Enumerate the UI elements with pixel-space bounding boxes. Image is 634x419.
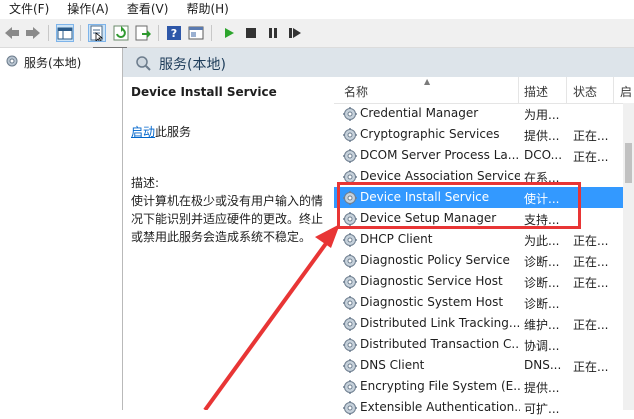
service-description: 可扩... [524,402,560,416]
refresh-icon[interactable] [112,24,130,42]
table-row[interactable]: Distributed Link Tracking... 维护... 正在... [334,313,634,334]
sort-arrow-icon: ▲ [424,77,431,86]
tree-item-label: 服务(本地) [24,56,82,70]
table-row[interactable]: Diagnostic System Host 诊断... [334,292,634,313]
service-name: Distributed Link Tracking... [360,316,520,330]
table-row[interactable]: Diagnostic Policy Service 诊断... 正在... [334,250,634,271]
gear-icon [4,53,20,72]
service-status: 正在... [573,255,609,269]
description-label: 描述: [131,176,160,190]
service-name: Cryptographic Services [360,127,500,141]
service-name: Diagnostic Service Host [360,274,503,288]
column-startup[interactable]: 启 [620,83,632,100]
table-row[interactable]: Diagnostic Service Host 诊断... 正在... [334,271,634,292]
service-description: 为用... [524,108,560,122]
service-status: 正在... [573,318,609,332]
table-row[interactable]: Extensible Authentication... 可扩... [334,397,634,418]
service-description: DNS... [524,358,562,372]
service-name: DHCP Client [360,232,433,246]
page-title: 服务(本地) [159,57,226,73]
service-name: Encrypting File System (E... [360,379,520,393]
table-row[interactable]: DNS Client DNS... 正在... [334,355,634,376]
service-name: Distributed Transaction C... [360,337,520,351]
back-arrow-icon[interactable] [3,24,21,42]
table-row[interactable]: Cryptographic Services 提供... 正在... [334,124,634,145]
gear-icon [342,358,358,377]
service-description: 诊断... [524,255,560,269]
toolbar: ? [0,19,634,48]
help-icon[interactable]: ? [165,24,183,42]
service-description: 为此... [524,234,560,248]
gear-icon [342,379,358,398]
console-icon[interactable] [187,24,205,42]
service-name: Extensible Authentication... [360,400,520,414]
start-line: 启动此服务 [131,123,191,140]
pause-icon[interactable] [264,24,282,42]
service-description: 维护... [524,318,560,332]
gear-icon [342,106,358,125]
service-status: 正在... [573,150,609,164]
description-text: 使计算机在极少或没有用户输入的情况下能识别并适应硬件的更改。终止或禁用此服务会造… [131,194,324,244]
table-row[interactable]: Distributed Transaction C... 协调... [334,334,634,355]
scrollbar-thumb[interactable] [625,143,632,183]
tree-item-services-local[interactable]: 服务(本地) [4,53,81,72]
service-description: 提供... [524,381,560,395]
service-description: 提供... [524,129,560,143]
service-name: DNS Client [360,358,425,372]
vertical-scrollbar[interactable] [623,103,634,410]
service-name: Credential Manager [360,106,479,120]
service-details: Device Install Service 启动此服务 描述: 使计算机在极少… [123,77,334,410]
table-row[interactable]: DCOM Server Process La... DCO... 正在... [334,145,634,166]
search-icon [135,55,151,74]
gear-icon [342,316,358,335]
service-name-heading: Device Install Service [131,85,277,99]
table-row[interactable]: Credential Manager 为用... [334,103,634,124]
gear-icon [342,253,358,272]
properties-icon[interactable] [88,24,106,42]
column-header: ▲ 名称 描述 状态 启 [334,77,634,104]
service-name: Diagnostic Policy Service [360,253,510,267]
service-description: 协调... [524,339,560,353]
column-name[interactable]: 名称 [344,83,368,100]
service-status: 正在... [573,234,609,248]
service-name: Device Association Service [360,169,520,183]
service-description: DCO... [524,148,562,162]
services-list: ▲ 名称 描述 状态 启 Credential Manager 为用... Cryp… [334,77,634,416]
menu-help[interactable]: 帮助(H) [177,0,237,19]
show-tree-icon[interactable] [56,24,74,42]
column-description[interactable]: 描述 [524,83,548,100]
service-description: 诊断... [524,276,560,290]
service-name: Diagnostic System Host [360,295,504,309]
gear-icon [342,232,358,251]
pane-header: 服务(本地) [123,48,634,77]
play-icon[interactable] [220,24,238,42]
forward-arrow-icon[interactable] [24,24,42,42]
service-description: 诊断... [524,297,560,311]
table-row[interactable]: DHCP Client 为此... 正在... [334,229,634,250]
export-icon[interactable] [134,24,152,42]
console-tree: 服务(本地) [0,48,123,410]
stop-icon[interactable] [242,24,260,42]
column-status[interactable]: 状态 [573,83,597,100]
service-name: DCOM Server Process La... [360,148,520,162]
svg-text:?: ? [171,27,177,40]
gear-icon [342,148,358,167]
menu-action[interactable]: 操作(A) [58,0,118,19]
annotation-highlight-box [337,182,581,229]
service-status: 正在... [573,129,609,143]
table-row[interactable]: Encrypting File System (E... 提供... [334,376,634,397]
gear-icon [342,295,358,314]
gear-icon [342,127,358,146]
service-status: 正在... [573,360,609,374]
menu-bar: 文件(F) 操作(A) 查看(V) 帮助(H) [0,0,634,19]
start-suffix: 此服务 [155,125,192,139]
menu-view[interactable]: 查看(V) [118,0,178,19]
gear-icon [342,274,358,293]
service-status: 正在... [573,276,609,290]
restart-icon[interactable] [286,24,304,42]
menu-file[interactable]: 文件(F) [0,0,58,19]
start-service-link[interactable]: 启动 [131,125,155,139]
gear-icon [342,337,358,356]
